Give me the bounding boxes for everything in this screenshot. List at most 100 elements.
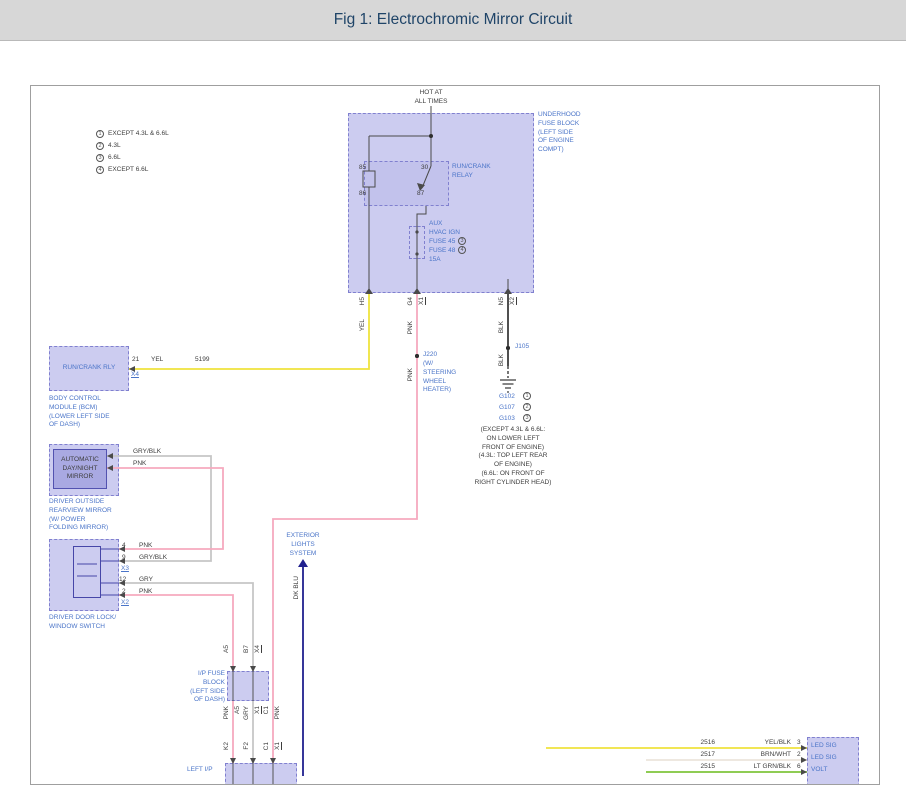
exterior-lights-arrow (298, 559, 308, 567)
door-connector-x2-label: X2 (121, 599, 129, 608)
bcm-connector-x4-label: X4 (131, 371, 139, 380)
connector-chevron-ip-a5 (230, 666, 236, 672)
connector-chevron-ip-c1 (270, 758, 276, 764)
door-wire-pnk-label: PNK (139, 542, 152, 551)
legend-label-2: 4.3L (108, 142, 121, 151)
bcm-caption: BODY CONTROL MODULE (BCM) (LOWER LEFT SI… (49, 395, 110, 430)
ip-upper-internal-wires (233, 671, 253, 701)
door-switch-internal-wires (77, 549, 119, 595)
exterior-lights-label: EXTERIOR LIGHTS SYSTEM (277, 532, 329, 558)
door-pin-4-label: 4 (122, 542, 126, 551)
door-pin-2-label: 2 (122, 588, 126, 597)
pin-6-label: 6 (797, 763, 801, 772)
door-switch-caption: DRIVER DOOR LOCK/ WINDOW SWITCH (49, 614, 116, 632)
fuse-48-variant-num: 4 (458, 246, 466, 254)
relay-pin-30: 30 (421, 164, 428, 173)
ground-g103-num: 3 (523, 414, 531, 422)
fuse-feed-wire (417, 206, 426, 293)
door-connector-x3-label: X3 (121, 565, 129, 574)
ip-pin-b7-label: B7 (244, 645, 251, 653)
legend-label-1: EXCEPT 4.3L & 6.6L (108, 130, 169, 139)
mirror-caption: DRIVER OUTSIDE REARVIEW MIRROR (W/ POWER… (49, 498, 112, 533)
connector-x2-label: X2 (510, 297, 517, 305)
relay-coil-symbol (363, 171, 375, 187)
circuit-2517-label: 2517 (691, 751, 715, 760)
door-wire-pnk2-label: PNK (139, 588, 152, 597)
pin-n5-label: N5 (499, 297, 506, 305)
circuit-2516-label: 2516 (691, 739, 715, 748)
wire-pnk-mirror (107, 468, 223, 549)
fuse-label-hvac-ign: HVAC IGN (429, 229, 460, 238)
led-sig-1-label: LED SIG (811, 742, 837, 751)
j220-dot (415, 354, 419, 358)
legend-label-4: EXCEPT 6.6L (108, 166, 148, 175)
pin-3-label: 3 (797, 739, 801, 748)
ground-symbol (500, 380, 516, 392)
bcm-wire-yel-label: YEL (151, 356, 163, 365)
wire-yel-5199 (129, 293, 369, 369)
junction-dot-feed (429, 134, 433, 138)
legend-num-4: 4 (96, 166, 104, 174)
ip-wire-pnk-label: PNK (224, 706, 231, 719)
ip-connector-x1-label: X1 (255, 706, 262, 714)
legend-num-3: 3 (96, 154, 104, 162)
relay-pin-87: 87 (417, 190, 424, 199)
volt-label: VOLT (811, 766, 828, 775)
relay-pin-86: 86 (359, 190, 366, 199)
relay-pin-85: 85 (359, 164, 366, 173)
connector-chevron-n5 (504, 288, 512, 294)
ground-g107-label: G107 (499, 404, 515, 413)
door-pin-12-label: 12 (119, 576, 126, 585)
ip-pin-f2-label: F2 (244, 742, 251, 750)
connector-chevron-led1 (801, 745, 807, 751)
connector-chevron-ip-f2 (250, 758, 256, 764)
connector-chevron-ip-b7 (250, 666, 256, 672)
wire-label-pnk-upper: PNK (408, 321, 415, 334)
wire-label-dk-blu: DK BLU (294, 576, 301, 599)
ip-pin-k2-label: K2 (224, 742, 231, 750)
figure-title-bar: Fig 1: Electrochromic Mirror Circuit (0, 0, 906, 41)
ip-wire-pnk2-label: PNK (275, 706, 282, 719)
figure-title: Fig 1: Electrochromic Mirror Circuit (334, 11, 573, 29)
ground-location-caption: (EXCEPT 4.3L & 6.6L: ON LOWER LEFT FRONT… (451, 426, 575, 487)
ground-g107-num: 2 (523, 403, 531, 411)
fuse-45-variant-num: 3 (458, 237, 466, 245)
junction-j220-note: (W/ STEERING WHEEL HEATER) (423, 360, 456, 395)
mirror-wire-pnk-label: PNK (133, 460, 146, 469)
led-sig-2-label: LED SIG (811, 754, 837, 763)
ground-g102-num: 1 (523, 392, 531, 400)
ip-fuse-block-caption: I/P FUSE BLOCK (LEFT SIDE OF DASH) (181, 670, 225, 705)
door-wire-gry-label: GRY (139, 576, 153, 585)
connector-chevron-h5 (365, 288, 373, 294)
pin-2-label: 2 (797, 751, 801, 760)
connector-chevron-led2 (801, 757, 807, 763)
fuse-terminal-top (415, 230, 418, 233)
ip-connector-x1-bot-label: X1 (275, 742, 282, 750)
wire-lt-grn-blk-label: LT GRN/BLK (731, 763, 791, 772)
fuse-label-aux: AUX (429, 220, 442, 229)
connector-chevron-ip-k2 (230, 758, 236, 764)
fuse-terminal-bottom (415, 252, 418, 255)
legend-label-3: 6.6L (108, 154, 121, 163)
fuse-48-label: FUSE 48 (429, 247, 455, 256)
connector-x1-label: X1 (419, 297, 426, 305)
ground-g103-label: G103 (499, 415, 515, 424)
fuse-amps-label: 15A (429, 256, 441, 265)
ip-pin-a5-label: A5 (224, 645, 231, 653)
ip-pin-c1-mid-label: C1 (264, 706, 271, 714)
diagram-canvas: RUN/CRANK RLY AUTOMATIC DAY/NIGHT MIRROR (30, 85, 880, 785)
pin-h5-label: H5 (360, 297, 367, 305)
wire-pnk-main (273, 293, 417, 763)
legend-num-2: 2 (96, 142, 104, 150)
door-pin-9-label: 9 (122, 554, 126, 563)
wire-label-blk-lower: BLK (499, 354, 506, 366)
underhood-fuse-block-label: UNDERHOOD FUSE BLOCK (LEFT SIDE OF ENGIN… (538, 111, 581, 155)
circuit-5199-label: 5199 (195, 356, 209, 365)
hot-at-all-times-label: HOT AT ALL TIMES (401, 89, 461, 107)
wire-brn-wht-label: BRN/WHT (731, 751, 791, 760)
ip-pin-c1-label: C1 (264, 742, 271, 750)
wire-label-blk-upper: BLK (499, 321, 506, 333)
legend-num-1: 1 (96, 130, 104, 138)
ground-g102-label: G102 (499, 393, 515, 402)
connector-chevron-mirror-2 (107, 465, 113, 471)
